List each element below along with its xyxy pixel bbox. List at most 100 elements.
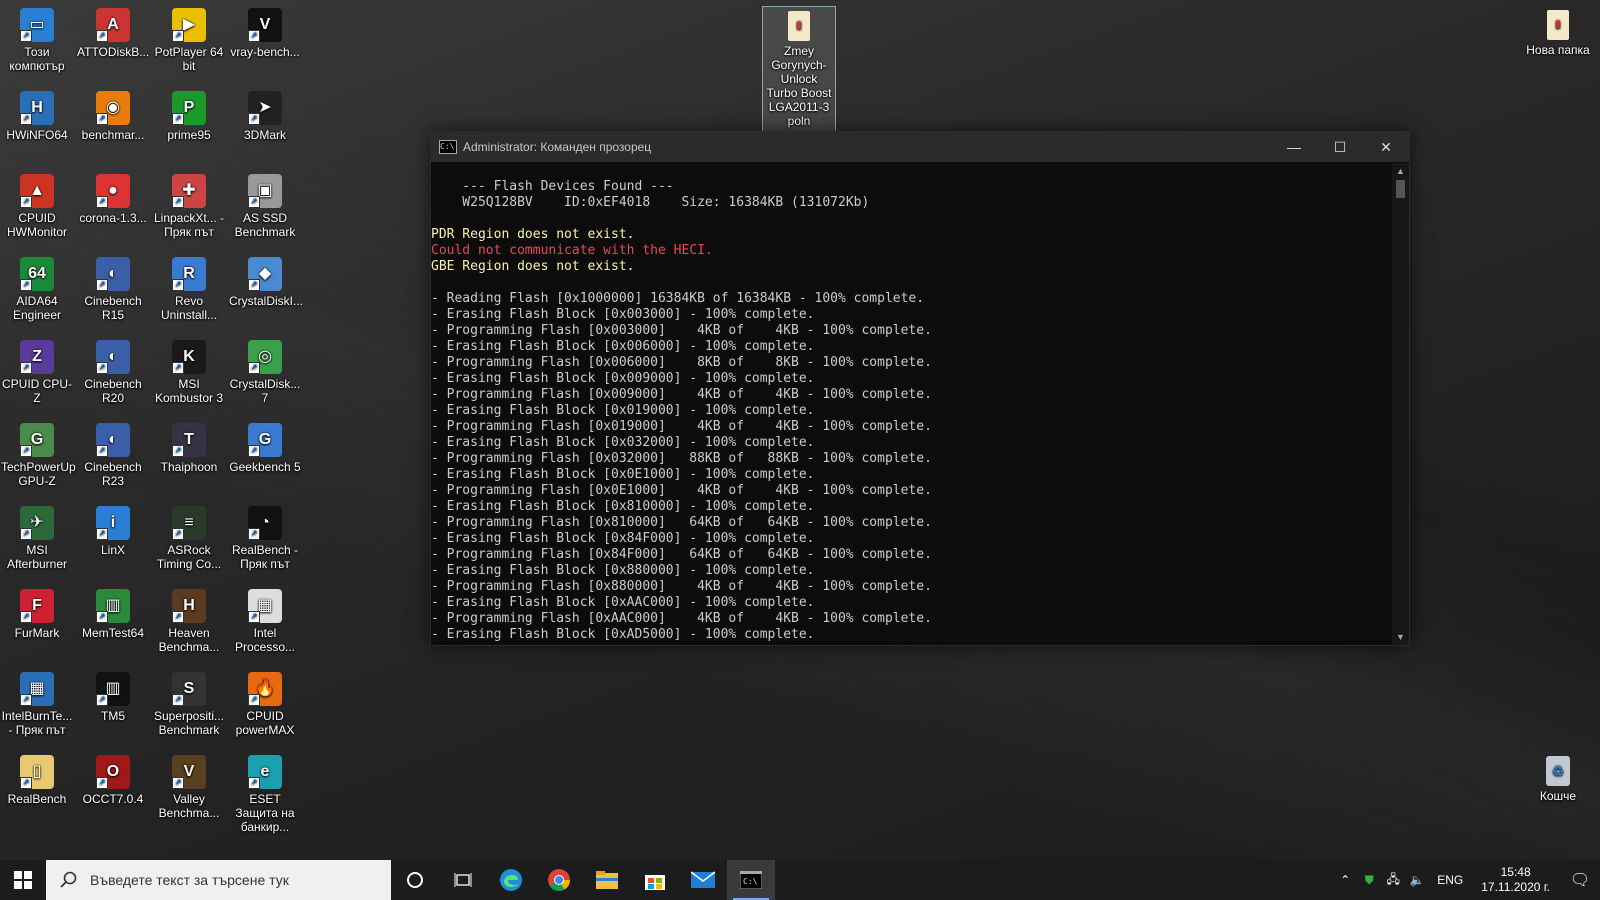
console-output[interactable]: --- Flash Devices Found --- W25Q128BV ID… — [431, 163, 1389, 645]
console-line: - Erasing Flash Block [0xAAC000] - 100% … — [431, 595, 815, 610]
minimize-button[interactable]: — — [1271, 132, 1317, 162]
console-line: GBE Region does not exist. — [431, 259, 635, 274]
maximize-button[interactable]: ☐ — [1317, 132, 1363, 162]
desktop-icon-intelburntest[interactable]: ▦ ↗ IntelBurnTe... - Пряк път — [0, 668, 74, 737]
console-line: - Programming Flash [0x003000] 4KB of 4K… — [431, 323, 932, 338]
shortcut-arrow-icon: ↗ — [248, 445, 260, 457]
console-line: - Programming Flash [0x019000] 4KB of 4K… — [431, 419, 932, 434]
desktop-icon-memtest[interactable]: ▥ ↗ MemTest64 — [76, 585, 150, 640]
desktop-icon-label: HWiNFO64 — [6, 128, 68, 142]
desktop-icon-eset[interactable]: e ↗ ESET Защита на банкир... — [228, 751, 302, 834]
desktop-icon-label: Zmey Gorynych-Unlock Turbo Boost LGA2011… — [766, 44, 832, 128]
desktop-icon-revo[interactable]: R ↗ Revo Uninstall... — [152, 253, 226, 322]
window-titlebar[interactable]: C:\ Administrator: Команден прозорец — ☐… — [431, 132, 1409, 162]
desktop-icon-label: OCCT7.0.4 — [82, 792, 144, 806]
desktop-icon-occt[interactable]: O ↗ OCCT7.0.4 — [76, 751, 150, 806]
desktop-icon-blender[interactable]: ◉ ↗ benchmar... — [76, 87, 150, 142]
cmd-window[interactable]: C:\ Administrator: Команден прозорец — ☐… — [430, 131, 1410, 646]
desktop-icon-geekbench[interactable]: G ↗ Geekbench 5 — [228, 419, 302, 474]
desktop-icon-gpuz[interactable]: G ↗ TechPowerUp GPU-Z — [0, 419, 76, 488]
desktop-icon-crystaldiskinfo[interactable]: ◆ ↗ CrystalDiskI... — [228, 253, 303, 308]
desktop-icon-intel-proc[interactable]: ▦ ↗ Intel Processo... — [228, 585, 302, 654]
cortana-button[interactable] — [391, 860, 439, 900]
taskbar-chrome[interactable] — [535, 860, 583, 900]
intel-proc-icon: ▦ ↗ — [248, 589, 282, 623]
desktop-icon-prime95[interactable]: P ↗ prime95 — [152, 87, 226, 142]
taskbar-mail[interactable] — [679, 860, 727, 900]
desktop-icon-asssd[interactable]: ▣ ↗ AS SSD Benchmark — [228, 170, 302, 239]
start-button[interactable] — [0, 860, 46, 900]
taskbar-cmd[interactable]: C:\ — [727, 860, 775, 900]
desktop-icon-computer[interactable]: ▭ ↗ Този компютър — [0, 4, 74, 73]
console-line: - Erasing Flash Block [0x019000] - 100% … — [431, 403, 815, 418]
desktop-icon-cinebench-r15[interactable]: ◐ ↗ Cinebench R15 — [76, 253, 150, 322]
scroll-up-icon[interactable]: ▲ — [1392, 163, 1409, 179]
desktop-icon-atto[interactable]: A ↗ ATTODiskB... — [76, 4, 150, 59]
desktop-icon-label: CPUID powerMAX — [235, 709, 295, 737]
vertical-scrollbar[interactable]: ▲ ▼ — [1392, 163, 1409, 645]
furmark-icon: F ↗ — [20, 589, 54, 623]
desktop-icon-potplayer[interactable]: ▶ ↗ PotPlayer 64 bit — [152, 4, 226, 73]
shortcut-arrow-icon: ↗ — [96, 362, 108, 374]
console-line: Could not communicate with the HECI. — [431, 243, 713, 258]
desktop-icon-heaven[interactable]: H ↗ Heaven Benchma... — [152, 585, 226, 654]
notifications-icon[interactable]: 🗨 — [1560, 870, 1600, 890]
shortcut-arrow-icon: ↗ — [20, 196, 32, 208]
desktop-icon-valley[interactable]: V ↗ Valley Benchma... — [152, 751, 226, 820]
network-icon[interactable]: 🖧 — [1381, 870, 1405, 891]
desktop-icon-aida64[interactable]: 64 ↗ AIDA64 Engineer — [0, 253, 74, 322]
clock[interactable]: 15:48 17.11.2020 г. — [1481, 865, 1550, 895]
desktop-icon-asrock[interactable]: ≡ ↗ ASRock Timing Co... — [152, 502, 226, 571]
desktop-icon-kombustor[interactable]: K ↗ MSI Kombustor 3 — [152, 336, 226, 405]
desktop-icon-superposition[interactable]: S ↗ Superpositi... Benchmark — [152, 668, 226, 737]
taskbar-store[interactable] — [631, 860, 679, 900]
window-title: Administrator: Команден прозорец — [463, 140, 652, 154]
desktop-icon-linx[interactable]: i ↗ LinX — [76, 502, 150, 557]
desktop-icon-cinebench-r20[interactable]: ◐ ↗ Cinebench R20 — [76, 336, 150, 405]
shortcut-arrow-icon: ↗ — [20, 30, 32, 42]
scrollbar-thumb[interactable] — [1396, 180, 1405, 198]
revo-icon: R ↗ — [172, 257, 206, 291]
taskbar-search-box[interactable]: Въведете текст за търсене тук — [46, 860, 391, 900]
taskbar-edge[interactable] — [487, 860, 535, 900]
scroll-down-icon[interactable]: ▼ — [1392, 629, 1409, 645]
desktop-icon-powermax[interactable]: 🔥 ↗ CPUID powerMAX — [228, 668, 302, 737]
desktop-icon-hwinfo[interactable]: H ↗ HWiNFO64 — [0, 87, 74, 142]
desktop-icon-corona[interactable]: ● ↗ corona-1.3... — [76, 170, 150, 225]
defender-shield-icon[interactable]: ⛊ — [1357, 873, 1381, 888]
shortcut-arrow-icon: ↗ — [172, 113, 184, 125]
desktop-icon-cinebench-r23[interactable]: ◐ ↗ Cinebench R23 — [76, 419, 150, 488]
shortcut-arrow-icon: ↗ — [172, 445, 184, 457]
shortcut-arrow-icon: ↗ — [20, 362, 32, 374]
volume-icon[interactable]: 🔈 — [1405, 873, 1429, 887]
desktop-icon-zmey[interactable]: ▮ Zmey Gorynych-Unlock Turbo Boost LGA20… — [762, 6, 836, 132]
shortcut-arrow-icon: ↗ — [248, 694, 260, 706]
desktop-icon-linpack[interactable]: ✚ ↗ LinpackXt... - Пряк път — [152, 170, 226, 239]
desktop-icon-realbench-shortcut[interactable]: ◔ ↗ RealBench - Пряк път — [228, 502, 302, 571]
desktop-icon-tm5[interactable]: ▥ ↗ TM5 — [76, 668, 150, 723]
desktop-icon-afterburner[interactable]: ✈ ↗ MSI Afterburner — [0, 502, 74, 571]
desktop-icon-new-folder[interactable]: ▮ Нова папка — [1521, 6, 1595, 57]
desktop-icon-label: Cinebench R15 — [84, 294, 142, 322]
desktop-icon-realbench-folder[interactable]: ▯ ↗ RealBench — [0, 751, 74, 806]
language-indicator[interactable]: ENG — [1437, 873, 1463, 887]
task-view-icon — [454, 873, 472, 887]
desktop-icon-label: Cinebench R20 — [84, 377, 142, 405]
desktop-icon-furmark[interactable]: F ↗ FurMark — [0, 585, 74, 640]
show-hidden-icons-chevron-icon[interactable]: ⌃ — [1333, 873, 1357, 887]
desktop-icon-thaiphoon[interactable]: T ↗ Thaiphoon — [152, 419, 226, 474]
desktop-icon-3dmark[interactable]: ➤ ↗ 3DMark — [228, 87, 302, 142]
console-line: - Programming Flash [0x84F000] 64KB of 6… — [431, 547, 932, 562]
desktop-icon-hwmonitor[interactable]: ▲ ↗ CPUID HWMonitor — [0, 170, 74, 239]
desktop-icon-recycle-bin[interactable]: ♻ Кошче — [1521, 752, 1595, 803]
mail-icon — [691, 871, 715, 888]
task-view-button[interactable] — [439, 860, 487, 900]
console-line: - Erasing Flash Block [0xAD5000] - 100% … — [431, 627, 815, 642]
taskbar-file-explorer[interactable] — [583, 860, 631, 900]
desktop-icon-vray[interactable]: V ↗ vray-bench... — [228, 4, 302, 59]
desktop-icon-cpuz[interactable]: Z ↗ CPUID CPU-Z — [0, 336, 74, 405]
shortcut-arrow-icon: ↗ — [96, 528, 108, 540]
shortcut-arrow-icon: ↗ — [20, 113, 32, 125]
desktop-icon-crystaldiskmark[interactable]: ◎ ↗ CrystalDisk... 7 — [228, 336, 302, 405]
close-button[interactable]: ✕ — [1363, 132, 1409, 162]
